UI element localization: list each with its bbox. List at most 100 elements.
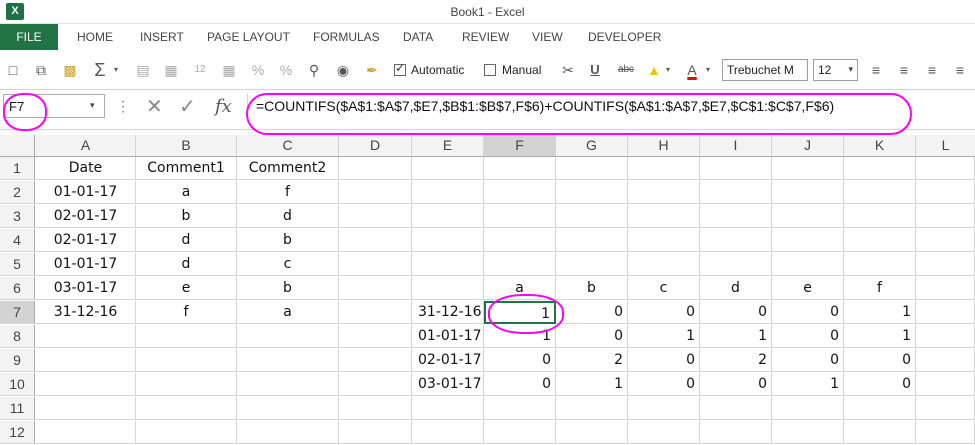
cell-i5[interactable] bbox=[700, 253, 772, 276]
cell-h5[interactable] bbox=[628, 253, 700, 276]
cell-j4[interactable] bbox=[772, 229, 844, 252]
cell-c10[interactable] bbox=[237, 373, 339, 396]
cell-c8[interactable] bbox=[237, 325, 339, 348]
cell-h2[interactable] bbox=[628, 181, 700, 204]
cell-g7[interactable]: 0 bbox=[556, 301, 628, 324]
cancel-icon[interactable]: ✕ bbox=[146, 94, 163, 119]
cut-icon[interactable]: ✂ bbox=[560, 61, 576, 79]
font-size-select[interactable]: 12 ▾ bbox=[813, 59, 858, 81]
cell-j5[interactable] bbox=[772, 253, 844, 276]
cell-j10[interactable]: 1 bbox=[772, 373, 844, 396]
underline-button[interactable]: U bbox=[588, 61, 602, 79]
manual-checkbox[interactable] bbox=[484, 64, 496, 76]
cell-h4[interactable] bbox=[628, 229, 700, 252]
cell-k12[interactable] bbox=[844, 421, 916, 444]
cell-f9[interactable]: 0 bbox=[484, 349, 556, 372]
cell-c1[interactable]: Comment2 bbox=[237, 157, 339, 180]
decimal-icon[interactable]: % bbox=[278, 61, 294, 79]
align-right-icon[interactable]: ≡ bbox=[924, 61, 940, 79]
more-options-icon[interactable]: ⋮ bbox=[116, 98, 130, 115]
cell-e1[interactable] bbox=[412, 157, 484, 180]
align-left-icon[interactable]: ≡ bbox=[868, 61, 884, 79]
cell-k1[interactable] bbox=[844, 157, 916, 180]
enter-check-icon[interactable]: ✓ bbox=[179, 94, 196, 119]
row-header-5[interactable]: 5 bbox=[0, 253, 35, 276]
cell-l8[interactable] bbox=[916, 325, 975, 348]
cell-l3[interactable] bbox=[916, 205, 975, 228]
cell-e9[interactable]: 02-01-17 bbox=[412, 349, 484, 372]
cell-l10[interactable] bbox=[916, 373, 975, 396]
justify-icon[interactable]: ≡ bbox=[952, 61, 968, 79]
cell-a12[interactable] bbox=[36, 421, 136, 444]
cell-f11[interactable] bbox=[484, 397, 556, 420]
cell-d11[interactable] bbox=[339, 397, 412, 420]
column-header-a[interactable]: A bbox=[36, 135, 136, 156]
cell-b11[interactable] bbox=[136, 397, 237, 420]
cell-j8[interactable]: 0 bbox=[772, 325, 844, 348]
column-header-k[interactable]: K bbox=[844, 135, 916, 156]
print-preview-icon[interactable]: ⚲ bbox=[306, 61, 322, 79]
cell-k7[interactable]: 1 bbox=[844, 301, 916, 324]
cell-a1[interactable]: Date bbox=[36, 157, 136, 180]
cell-c3[interactable]: d bbox=[237, 205, 339, 228]
cell-g1[interactable] bbox=[556, 157, 628, 180]
automatic-checkbox[interactable]: ✓ bbox=[394, 61, 406, 76]
cell-i6[interactable]: d bbox=[700, 277, 772, 300]
row-header-8[interactable]: 8 bbox=[0, 325, 35, 348]
row-header-2[interactable]: 2 bbox=[0, 181, 35, 204]
row-header-6[interactable]: 6 bbox=[0, 277, 35, 300]
cell-c4[interactable]: b bbox=[237, 229, 339, 252]
cell-f1[interactable] bbox=[484, 157, 556, 180]
cell-j11[interactable] bbox=[772, 397, 844, 420]
cell-b10[interactable] bbox=[136, 373, 237, 396]
cell-l5[interactable] bbox=[916, 253, 975, 276]
format-painter-icon[interactable]: ✒ bbox=[364, 61, 380, 79]
column-header-b[interactable]: B bbox=[136, 135, 237, 156]
cell-i3[interactable] bbox=[700, 205, 772, 228]
cell-k6[interactable]: f bbox=[844, 277, 916, 300]
column-header-g[interactable]: G bbox=[556, 135, 628, 156]
cell-a2[interactable]: 01-01-17 bbox=[36, 181, 136, 204]
paste-icon[interactable]: ▤ bbox=[135, 61, 151, 79]
cell-b6[interactable]: e bbox=[136, 277, 237, 300]
cell-l1[interactable] bbox=[916, 157, 975, 180]
row-header-10[interactable]: 10 bbox=[0, 373, 35, 396]
cell-g2[interactable] bbox=[556, 181, 628, 204]
cell-d10[interactable] bbox=[339, 373, 412, 396]
cell-g5[interactable] bbox=[556, 253, 628, 276]
cell-h1[interactable] bbox=[628, 157, 700, 180]
cell-b5[interactable]: d bbox=[136, 253, 237, 276]
font-color-button[interactable]: A bbox=[684, 61, 700, 79]
new-file-icon[interactable]: □ bbox=[5, 61, 21, 79]
row-header-11[interactable]: 11 bbox=[0, 397, 35, 420]
cell-a9[interactable] bbox=[36, 349, 136, 372]
cell-d3[interactable] bbox=[339, 205, 412, 228]
cell-c6[interactable]: b bbox=[237, 277, 339, 300]
cell-e2[interactable] bbox=[412, 181, 484, 204]
cell-l9[interactable] bbox=[916, 349, 975, 372]
cell-g12[interactable] bbox=[556, 421, 628, 444]
cell-a8[interactable] bbox=[36, 325, 136, 348]
sort-icon[interactable]: ▦ bbox=[163, 61, 179, 79]
tab-review[interactable]: REVIEW bbox=[462, 24, 509, 50]
column-header-l[interactable]: L bbox=[916, 135, 975, 156]
cell-l2[interactable] bbox=[916, 181, 975, 204]
cell-l4[interactable] bbox=[916, 229, 975, 252]
cell-k2[interactable] bbox=[844, 181, 916, 204]
cell-b1[interactable]: Comment1 bbox=[136, 157, 237, 180]
cell-b8[interactable] bbox=[136, 325, 237, 348]
tab-file[interactable]: FILE bbox=[0, 24, 58, 50]
cell-j12[interactable] bbox=[772, 421, 844, 444]
cell-b9[interactable] bbox=[136, 349, 237, 372]
column-header-i[interactable]: I bbox=[700, 135, 772, 156]
select-all-corner[interactable] bbox=[0, 135, 35, 156]
tab-view[interactable]: VIEW bbox=[532, 24, 563, 50]
cell-a3[interactable]: 02-01-17 bbox=[36, 205, 136, 228]
cell-d5[interactable] bbox=[339, 253, 412, 276]
cell-h8[interactable]: 1 bbox=[628, 325, 700, 348]
open-folder-icon[interactable]: ▩ bbox=[61, 61, 79, 79]
cell-g11[interactable] bbox=[556, 397, 628, 420]
cell-f12[interactable] bbox=[484, 421, 556, 444]
chevron-down-icon[interactable]: ▾ bbox=[90, 100, 95, 111]
align-center-icon[interactable]: ≡ bbox=[896, 61, 912, 79]
